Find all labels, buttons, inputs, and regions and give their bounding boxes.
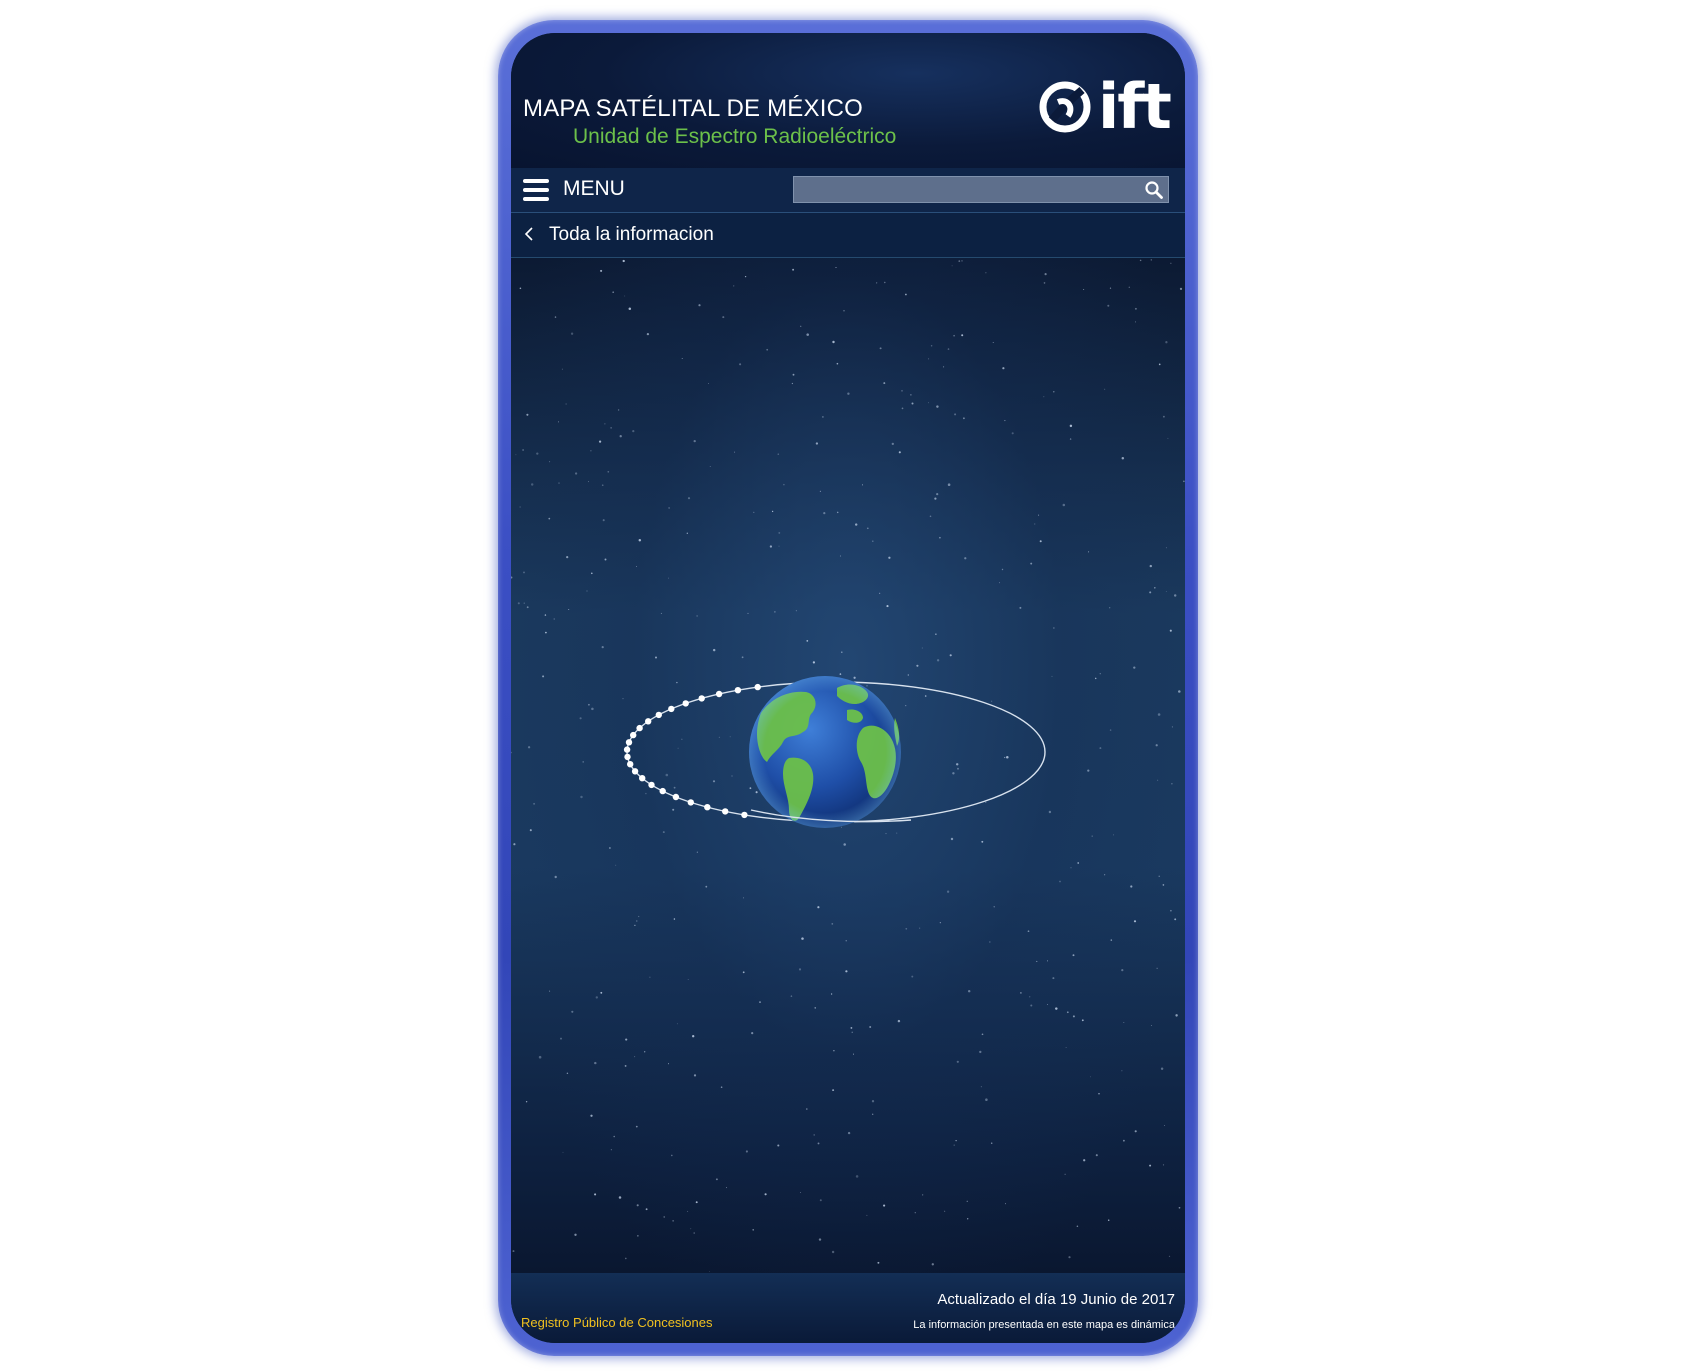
logo-text: ift <box>1098 70 1172 143</box>
satellite-dot <box>704 804 711 811</box>
satellite-dot <box>687 799 694 806</box>
satellite-dot <box>668 705 675 713</box>
satellite-dot <box>741 811 748 819</box>
ift-logo[interactable]: ift <box>1038 70 1172 148</box>
breadcrumb-label[interactable]: Toda la informacion <box>549 224 714 246</box>
dynamic-info-note: La información presentada en este mapa e… <box>913 1319 1175 1331</box>
satellite-dot <box>698 695 705 702</box>
satellite-dot <box>645 718 652 725</box>
satellite-dot <box>734 687 742 694</box>
satellite-dot <box>627 761 634 768</box>
satellite-dot <box>630 731 637 739</box>
satellite-dot <box>648 781 655 789</box>
page-title: MAPA SATÉLITAL DE MÉXICO <box>523 95 863 122</box>
device-frame: MAPA SATÉLITAL DE MÉXICO Unidad de Espec… <box>498 20 1198 1356</box>
satellite-dot <box>715 690 723 698</box>
ift-logo-icon <box>1039 81 1091 133</box>
search-icon[interactable] <box>1144 180 1164 200</box>
search-box <box>793 176 1169 203</box>
satellite-dot <box>659 787 666 795</box>
satellite-dot <box>639 775 646 782</box>
chevron-left-icon[interactable] <box>523 226 535 242</box>
menu-button[interactable]: MENU <box>563 177 625 201</box>
updated-date: Actualizado el día 19 Junio de 2017 <box>937 1291 1175 1308</box>
satellite-dot <box>624 753 631 761</box>
app-footer: Registro Público de Concesiones Actualiz… <box>511 1273 1185 1343</box>
satellite-dot <box>625 739 633 746</box>
page-subtitle: Unidad de Espectro Radioeléctrico <box>573 125 897 148</box>
satellite-dot <box>682 700 689 707</box>
space-view <box>511 258 1185 1273</box>
app-screen: MAPA SATÉLITAL DE MÉXICO Unidad de Espec… <box>511 33 1185 1343</box>
satellite-dot <box>722 808 729 815</box>
hamburger-icon[interactable] <box>523 179 549 201</box>
satellite-dot <box>754 683 761 691</box>
registro-link[interactable]: Registro Público de Concesiones <box>521 1315 713 1330</box>
satellite-dot <box>672 793 680 801</box>
earth-globe[interactable] <box>611 658 1071 858</box>
breadcrumb[interactable]: Toda la informacion <box>511 213 1185 258</box>
satellite-dot <box>631 768 639 775</box>
satellite-dot <box>623 746 631 753</box>
search-input[interactable] <box>794 177 1134 202</box>
satellite-dot <box>655 711 662 719</box>
menu-bar: MENU <box>511 168 1185 213</box>
app-header: MAPA SATÉLITAL DE MÉXICO Unidad de Espec… <box>511 33 1185 168</box>
satellite-dot <box>636 724 643 732</box>
